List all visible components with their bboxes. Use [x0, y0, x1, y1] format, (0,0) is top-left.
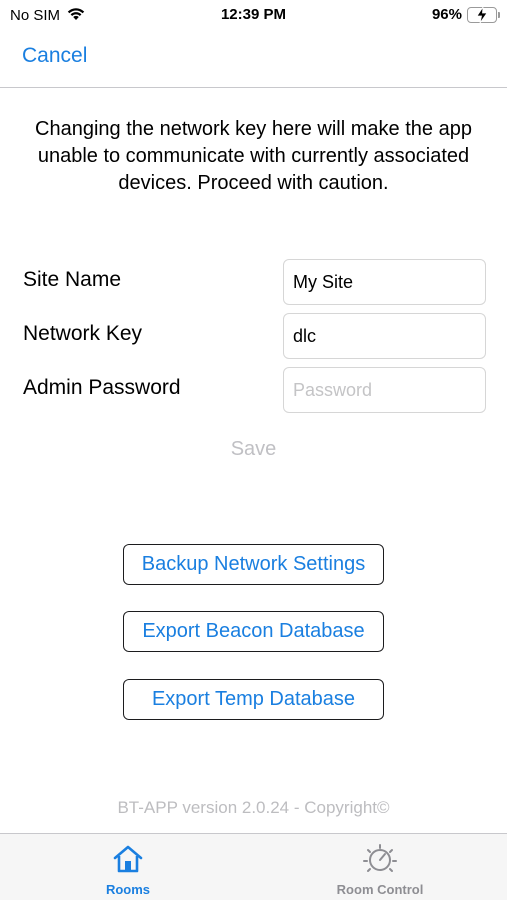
- status-right: 96%: [431, 6, 500, 23]
- site-name-input[interactable]: [283, 259, 486, 305]
- network-key-row: Network Key: [23, 313, 486, 359]
- network-key-label: Network Key: [23, 322, 143, 345]
- battery-nub: [498, 11, 500, 18]
- tab-rooms[interactable]: Rooms: [78, 834, 178, 901]
- battery-icon: [467, 6, 500, 23]
- admin-password-input[interactable]: [283, 367, 486, 413]
- dial-icon: [320, 844, 440, 879]
- site-name-label: Site Name: [23, 268, 122, 291]
- admin-password-label: Admin Password: [23, 376, 181, 399]
- battery-percent: 96%: [431, 6, 462, 23]
- admin-password-row: Admin Password: [23, 367, 486, 413]
- warning-message: Changing the network key here will make …: [35, 118, 472, 194]
- save-button[interactable]: Save: [0, 438, 507, 461]
- cancel-button[interactable]: Cancel: [22, 44, 87, 68]
- charging-bolt-icon: [476, 6, 488, 27]
- navigation-bar: Cancel: [0, 30, 507, 88]
- version-text: BT-APP version 2.0.24 - Copyright©: [117, 798, 390, 817]
- export-beacon-database-button[interactable]: Export Beacon Database: [123, 611, 384, 652]
- tab-room-control[interactable]: Room Control: [320, 834, 440, 901]
- tab-room-control-label: Room Control: [336, 882, 424, 897]
- status-bar: No SIM 12:39 PM 96%: [0, 0, 507, 30]
- house-icon: [78, 844, 178, 879]
- site-name-row: Site Name: [23, 259, 486, 305]
- backup-network-settings-button[interactable]: Backup Network Settings: [123, 544, 384, 585]
- export-temp-database-button[interactable]: Export Temp Database: [123, 679, 384, 720]
- tab-rooms-label: Rooms: [105, 882, 151, 897]
- tab-bar: Rooms Room Control: [0, 833, 507, 900]
- network-key-input[interactable]: [283, 313, 486, 359]
- status-time: 12:39 PM: [220, 6, 287, 23]
